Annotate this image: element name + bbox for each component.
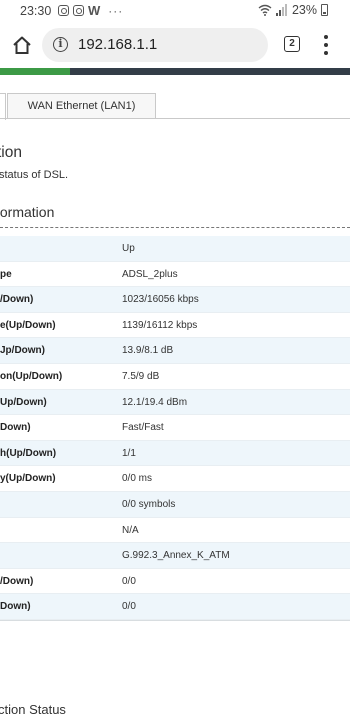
section-title: formation bbox=[0, 204, 55, 220]
row-value: 0/0 symbols bbox=[122, 498, 176, 510]
w-app-icon: W bbox=[88, 3, 101, 18]
dsl-info-table: Up pe ADSL_2plus/Down) 1023/16056 kbps e(Up/… bbox=[0, 236, 350, 620]
row-value: 13.9/8.1 dB bbox=[122, 345, 174, 357]
table-row: h(Up/Down) 1/1 bbox=[0, 440, 350, 467]
table-row: e(Up/Down) 1139/16112 kbps bbox=[0, 313, 350, 339]
row-label: h(Up/Down) bbox=[0, 447, 57, 459]
row-value: G.992.3_Annex_K_ATM bbox=[122, 550, 230, 562]
wifi-icon bbox=[258, 4, 272, 16]
page-load-progress-fill bbox=[0, 68, 70, 75]
address-bar[interactable]: 192.168.1.1 bbox=[42, 28, 268, 62]
table-row: Jp/Down) 13.9/8.1 dB bbox=[0, 338, 350, 364]
system-status: 23% bbox=[258, 3, 328, 17]
signal-icon bbox=[275, 4, 287, 16]
overflow-menu-icon[interactable] bbox=[322, 35, 330, 55]
instagram-icon bbox=[73, 5, 84, 16]
table-row: Down) 0/0 bbox=[0, 594, 350, 620]
battery-percent: 23% bbox=[291, 3, 317, 17]
table-row: /Down) 0/0 bbox=[0, 569, 350, 595]
battery-icon bbox=[321, 4, 328, 16]
row-value: 0/0 bbox=[122, 575, 136, 587]
status-time: 23:30 bbox=[20, 4, 52, 18]
row-value: N/A bbox=[122, 524, 139, 536]
table-row: N/A bbox=[0, 518, 350, 544]
page-description: status of DSL. bbox=[0, 169, 69, 181]
status-bar: 23:30 W ··· 23% bbox=[0, 0, 350, 24]
row-value: 12.1/19.4 dBm bbox=[122, 396, 188, 408]
row-value: 0/0 ms bbox=[122, 473, 153, 485]
tab-divider bbox=[0, 118, 350, 119]
row-value: Fast/Fast bbox=[122, 422, 164, 434]
table-row: 0/0 symbols bbox=[0, 491, 350, 518]
row-value: 7.5/9 dB bbox=[122, 370, 160, 382]
row-value: 1023/16056 kbps bbox=[122, 294, 199, 306]
row-value: Up bbox=[122, 243, 135, 254]
row-label: on(Up/Down) bbox=[0, 370, 63, 382]
table-row: y(Up/Down) 0/0 ms bbox=[0, 466, 350, 492]
tab-switcher-button[interactable]: 2 bbox=[284, 36, 300, 52]
row-label: Up/Down) bbox=[0, 396, 47, 408]
table-row: Up/Down) 12.1/19.4 dBm bbox=[0, 389, 350, 416]
browser-toolbar: 192.168.1.1 2 bbox=[0, 24, 350, 68]
table-row: Up bbox=[0, 236, 350, 262]
row-label: /Down) bbox=[0, 575, 34, 587]
row-label: /Down) bbox=[0, 294, 34, 306]
notification-icons: W ··· bbox=[58, 3, 123, 18]
site-info-icon[interactable] bbox=[53, 37, 68, 52]
tab-wan-ethernet[interactable]: WAN Ethernet (LAN1) bbox=[7, 93, 156, 119]
row-label: y(Up/Down) bbox=[0, 473, 56, 485]
table-row: /Down) 1023/16056 kbps bbox=[0, 287, 350, 313]
page-title: tion bbox=[0, 144, 22, 161]
instagram-icon bbox=[58, 5, 69, 16]
section-divider bbox=[0, 227, 350, 228]
home-icon[interactable] bbox=[11, 34, 33, 56]
row-label: Down) bbox=[0, 601, 31, 613]
row-label: Jp/Down) bbox=[0, 345, 45, 357]
table-bottom-border bbox=[0, 620, 350, 621]
row-label: e(Up/Down) bbox=[0, 319, 56, 331]
row-value: 0/0 bbox=[122, 601, 136, 613]
table-row: Down) Fast/Fast bbox=[0, 415, 350, 441]
table-row: pe ADSL_2plus bbox=[0, 262, 350, 288]
row-label: Down) bbox=[0, 422, 31, 434]
table-row: on(Up/Down) 7.5/9 dB bbox=[0, 364, 350, 390]
row-label: pe bbox=[0, 268, 12, 280]
url-text[interactable]: 192.168.1.1 bbox=[78, 36, 157, 53]
row-value: 1139/16112 kbps bbox=[122, 319, 198, 331]
row-value: 1/1 bbox=[122, 447, 136, 459]
connection-status-title: ction Status bbox=[0, 702, 66, 717]
more-notifications-icon: ··· bbox=[108, 3, 124, 18]
table-row: G.992.3_Annex_K_ATM bbox=[0, 543, 350, 569]
tab-dsl[interactable] bbox=[0, 93, 6, 120]
page-tabs: WAN Ethernet (LAN1) bbox=[0, 91, 350, 120]
page-load-progress bbox=[0, 68, 350, 75]
row-value: ADSL_2plus bbox=[122, 268, 178, 280]
